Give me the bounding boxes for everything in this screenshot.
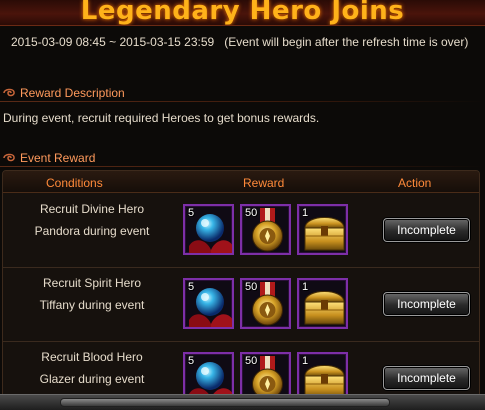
column-conditions: Conditions: [46, 176, 103, 190]
incomplete-button[interactable]: Incomplete: [383, 218, 470, 242]
column-reward: Reward: [243, 176, 285, 190]
swirl-ornament-icon: [3, 88, 15, 97]
period-note: (Event will begin after the refresh time…: [224, 35, 469, 49]
reward-item[interactable]: 50: [240, 204, 291, 255]
reward-quantity: 5: [188, 281, 195, 293]
reward-quantity: 1: [302, 281, 309, 293]
reward-row: Recruit Divine Hero Pandora during event…: [3, 194, 479, 268]
reward-item[interactable]: 1: [297, 204, 348, 255]
event-reward-label: Event Reward: [20, 151, 96, 165]
condition-line-2: Glazer during event: [39, 372, 145, 386]
condition-line-2: Pandora during event: [34, 224, 150, 238]
reward-item[interactable]: 5: [183, 204, 234, 255]
swirl-ornament-icon: [3, 153, 15, 162]
horizontal-scrollbar[interactable]: [0, 394, 485, 410]
reward-description-label: Reward Description: [20, 86, 125, 100]
reward-row: Recruit Spirit Hero Tiffany during event…: [3, 268, 479, 342]
condition-line-2: Tiffany during event: [39, 298, 145, 312]
incomplete-button[interactable]: Incomplete: [383, 292, 470, 316]
reward-description-heading: Reward Description: [0, 84, 485, 102]
incomplete-button[interactable]: Incomplete: [383, 366, 470, 390]
column-action: Action: [398, 176, 432, 190]
event-reward-table: Conditions Reward Action Recruit Divine …: [2, 170, 480, 410]
event-period: 2015-03-09 08:45 ~ 2015-03-15 23:59 (Eve…: [3, 32, 481, 53]
reward-quantity: 5: [188, 207, 195, 219]
event-title-banner: Legendary Hero Joins: [0, 0, 485, 26]
section-divider: [0, 166, 485, 167]
reward-quantity: 50: [245, 281, 258, 293]
reward-quantity: 1: [302, 355, 309, 367]
period-separator: ~: [109, 35, 117, 49]
reward-quantity: 50: [245, 207, 258, 219]
reward-quantity: 1: [302, 207, 309, 219]
condition-line-1: Recruit Blood Hero: [41, 350, 143, 364]
period-start: 2015-03-09 08:45: [11, 35, 106, 49]
reward-item[interactable]: 50: [240, 278, 291, 329]
condition-line-1: Recruit Divine Hero: [39, 202, 145, 216]
period-end: 2015-03-15 23:59: [119, 35, 215, 49]
reward-quantity: 50: [245, 355, 258, 367]
section-divider: [0, 101, 485, 102]
condition-line-1: Recruit Spirit Hero: [42, 276, 142, 290]
event-reward-heading: Event Reward: [0, 149, 485, 167]
reward-item[interactable]: 1: [297, 278, 348, 329]
reward-description-text: During event, recruit required Heroes to…: [3, 111, 320, 125]
reward-item[interactable]: 5: [183, 278, 234, 329]
event-title: Legendary Hero Joins: [80, 0, 405, 26]
reward-quantity: 5: [188, 355, 195, 367]
scrollbar-thumb[interactable]: [60, 398, 390, 407]
table-header: Conditions Reward Action: [3, 171, 479, 193]
